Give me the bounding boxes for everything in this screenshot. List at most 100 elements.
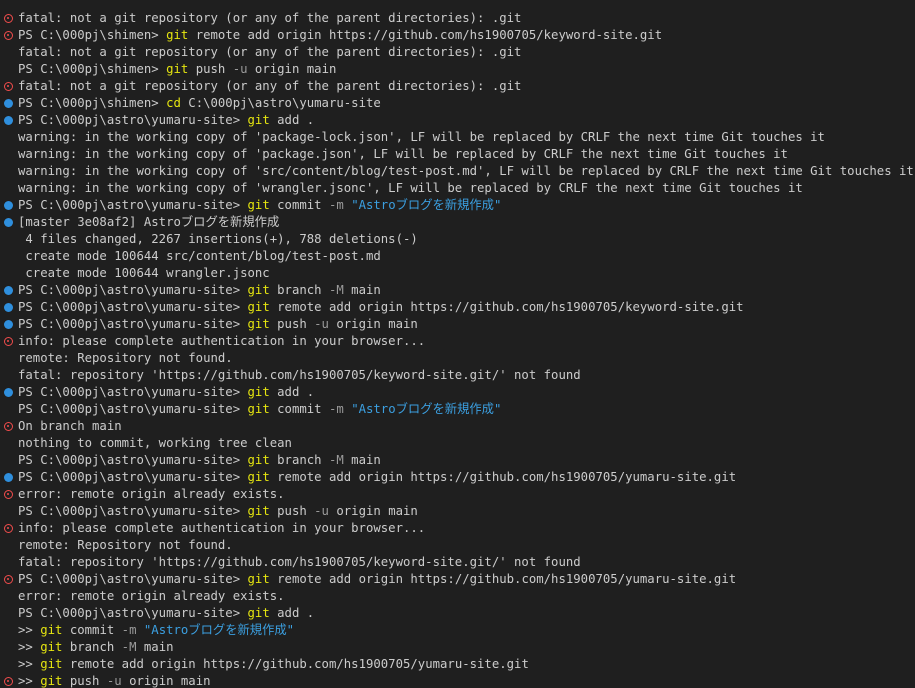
terminal-line: PS C:\000pj\shimen> cd C:\000pj\astro\yu… xyxy=(0,95,914,112)
string-argument: "Astroブログを新規作成" xyxy=(351,402,502,416)
output-text: warning: in the working copy of 'package… xyxy=(18,130,825,144)
command-flag: -m xyxy=(328,402,344,416)
command-success-decoration-icon[interactable] xyxy=(4,201,13,210)
terminal-line: PS C:\000pj\astro\yumaru-site> git commi… xyxy=(0,197,914,214)
command-success-decoration-icon[interactable] xyxy=(4,218,13,227)
terminal-line: warning: in the working copy of 'wrangle… xyxy=(0,180,914,197)
terminal-line: error: remote origin already exists. xyxy=(0,588,914,605)
terminal-line: [master 3e08af2] Astroブログを新規作成 xyxy=(0,214,914,231)
command-success-decoration-icon[interactable] xyxy=(4,320,13,329)
command-args: main xyxy=(343,283,381,297)
terminal-line: >> git branch -M main xyxy=(0,639,914,656)
command-error-decoration-icon[interactable] xyxy=(4,31,13,40)
command-name: git xyxy=(166,28,189,42)
command-name: git xyxy=(247,198,270,212)
prompt-text: PS C:\000pj\astro\yumaru-site> xyxy=(18,504,248,518)
command-args: origin main xyxy=(328,317,418,331)
command-args: push xyxy=(269,504,315,518)
prompt-text: >> xyxy=(18,674,41,688)
output-text: fatal: not a git repository (or any of t… xyxy=(18,11,522,25)
command-error-decoration-icon[interactable] xyxy=(4,524,13,533)
command-args: remote add origin https://github.com/hs1… xyxy=(188,28,663,42)
terminal-line: remote: Repository not found. xyxy=(0,350,914,367)
output-text: nothing to commit, working tree clean xyxy=(18,436,292,450)
command-args: branch xyxy=(269,453,329,467)
command-args: origin main xyxy=(328,504,418,518)
prompt-text: PS C:\000pj\shimen> xyxy=(18,96,167,110)
command-args xyxy=(136,623,143,637)
command-error-decoration-icon[interactable] xyxy=(4,14,13,23)
terminal-line: >> git remote add origin https://github.… xyxy=(0,656,914,673)
command-success-decoration-icon[interactable] xyxy=(4,473,13,482)
command-error-decoration-icon[interactable] xyxy=(4,422,13,431)
command-error-decoration-icon[interactable] xyxy=(4,575,13,584)
command-name: git xyxy=(40,674,63,688)
command-args: remote add origin https://github.com/hs1… xyxy=(62,657,529,671)
command-name: git xyxy=(247,317,270,331)
terminal-line: PS C:\000pj\astro\yumaru-site> git remot… xyxy=(0,571,914,588)
command-name: git xyxy=(247,385,270,399)
terminal-output[interactable]: fatal: not a git repository (or any of t… xyxy=(0,10,914,688)
command-args: add . xyxy=(269,385,315,399)
command-flag: -u xyxy=(314,504,329,518)
terminal-line: PS C:\000pj\astro\yumaru-site> git add . xyxy=(0,112,914,129)
command-flag: -m xyxy=(328,198,344,212)
terminal-line: create mode 100644 src/content/blog/test… xyxy=(0,248,914,265)
terminal-line: error: remote origin already exists. xyxy=(0,486,914,503)
output-text: create mode 100644 wrangler.jsonc xyxy=(18,266,270,280)
terminal-line: PS C:\000pj\astro\yumaru-site> git commi… xyxy=(0,401,914,418)
command-error-decoration-icon[interactable] xyxy=(4,677,13,686)
terminal-line: info: please complete authentication in … xyxy=(0,333,914,350)
output-text: warning: in the working copy of 'package… xyxy=(18,147,788,161)
prompt-text: PS C:\000pj\astro\yumaru-site> xyxy=(18,300,248,314)
command-error-decoration-icon[interactable] xyxy=(4,82,13,91)
output-text: fatal: repository 'https://github.com/hs… xyxy=(18,368,581,382)
command-success-decoration-icon[interactable] xyxy=(4,116,13,125)
prompt-text: PS C:\000pj\astro\yumaru-site> xyxy=(18,283,248,297)
prompt-text: PS C:\000pj\astro\yumaru-site> xyxy=(18,402,248,416)
command-error-decoration-icon[interactable] xyxy=(4,490,13,499)
command-name: git xyxy=(247,113,270,127)
terminal-line: PS C:\000pj\astro\yumaru-site> git branc… xyxy=(0,282,914,299)
command-name: git xyxy=(247,283,270,297)
string-argument: "Astroブログを新規作成" xyxy=(143,623,295,637)
output-text: fatal: not a git repository (or any of t… xyxy=(18,79,522,93)
command-success-decoration-icon[interactable] xyxy=(4,286,13,295)
command-name: git xyxy=(166,62,189,76)
command-success-decoration-icon[interactable] xyxy=(4,99,13,108)
command-args: push xyxy=(188,62,233,76)
command-success-decoration-icon[interactable] xyxy=(4,388,13,397)
terminal-line: fatal: not a git repository (or any of t… xyxy=(0,10,914,27)
terminal-line: On branch main xyxy=(0,418,914,435)
command-name: git xyxy=(247,606,270,620)
command-args: remote add origin https://github.com/hs1… xyxy=(269,572,737,586)
terminal-line: nothing to commit, working tree clean xyxy=(0,435,914,452)
prompt-text: PS C:\000pj\shimen> xyxy=(18,28,167,42)
prompt-text: PS C:\000pj\astro\yumaru-site> xyxy=(18,453,248,467)
command-flag: -m xyxy=(121,623,137,637)
prompt-text: PS C:\000pj\astro\yumaru-site> xyxy=(18,385,248,399)
command-error-decoration-icon[interactable] xyxy=(4,337,13,346)
command-name: cd xyxy=(166,96,181,110)
terminal-panel[interactable]: fatal: not a git repository (or any of t… xyxy=(0,0,915,688)
terminal-line: create mode 100644 wrangler.jsonc xyxy=(0,265,914,282)
prompt-text: PS C:\000pj\astro\yumaru-site> xyxy=(18,198,248,212)
output-text: warning: in the working copy of 'src/con… xyxy=(18,164,914,178)
terminal-line: 4 files changed, 2267 insertions(+), 788… xyxy=(0,231,914,248)
terminal-line: PS C:\000pj\astro\yumaru-site> git add . xyxy=(0,384,914,401)
command-name: git xyxy=(247,572,270,586)
prompt-text: PS C:\000pj\astro\yumaru-site> xyxy=(18,606,248,620)
command-flag: -u xyxy=(232,62,248,76)
output-text: fatal: not a git repository (or any of t… xyxy=(18,45,522,59)
command-name: git xyxy=(247,453,270,467)
output-text: warning: in the working copy of 'wrangle… xyxy=(18,181,803,195)
prompt-text: >> xyxy=(18,623,41,637)
terminal-line: >> git commit -m "Astroブログを新規作成" xyxy=(0,622,914,639)
command-success-decoration-icon[interactable] xyxy=(4,303,13,312)
command-args: origin main xyxy=(247,62,337,76)
command-args: C:\000pj\astro\yumaru-site xyxy=(180,96,381,110)
prompt-text: PS C:\000pj\astro\yumaru-site> xyxy=(18,113,248,127)
terminal-line: warning: in the working copy of 'package… xyxy=(0,129,914,146)
command-args: branch xyxy=(269,283,329,297)
output-text: 4 files changed, 2267 insertions(+), 788… xyxy=(18,232,418,246)
